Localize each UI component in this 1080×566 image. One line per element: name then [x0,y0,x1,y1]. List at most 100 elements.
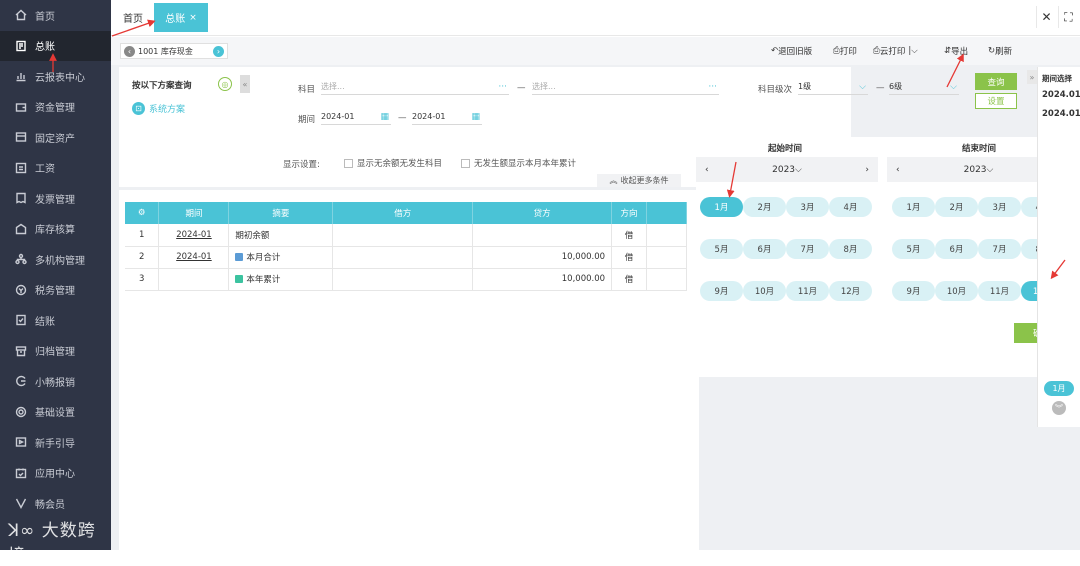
collapse-conditions-button[interactable]: ︽ 收起更多条件 [597,174,681,187]
start-month-1[interactable]: 1月 [700,197,743,217]
prev-account-icon[interactable]: ‹ [124,45,135,57]
sidebar-item-archive[interactable]: 归档管理 [0,336,111,367]
end-month-2[interactable]: 2月 [935,197,978,217]
subject-to-input[interactable]: 选择... ··· [532,79,719,95]
end-month-3[interactable]: 3月 [978,197,1021,217]
col-period: 期间 [158,202,230,224]
sidebar-item-invoice[interactable]: 发票管理 [0,183,111,214]
start-month-9[interactable]: 9月 [700,281,743,301]
tab-ledger[interactable]: 总账 × [154,3,208,32]
start-month-6[interactable]: 6月 [743,239,786,259]
level-from-select[interactable]: 1级 ⌵ [798,79,868,95]
undo-icon: ↶ [771,46,779,56]
sidebar-item-home[interactable]: 首页 [0,0,111,31]
sidebar-item-member[interactable]: 畅会员 [0,488,111,519]
table-settings-icon[interactable]: ⚙ [125,202,160,224]
prev-year-icon[interactable]: ‹ [705,165,709,175]
start-month-10[interactable]: 10月 [743,281,786,301]
level-to-select[interactable]: 6级 ⌵ [889,79,959,95]
scheme-target-icon[interactable]: ◎ [218,77,232,91]
account-selector[interactable]: ‹ 1001 库存现金 › [120,43,228,59]
extra-cell [646,246,687,269]
end-month-11[interactable]: 11月 [978,281,1021,301]
end-month-5[interactable]: 5月 [892,239,935,259]
sidebar-item-report[interactable]: 云报表中心 [0,61,111,92]
checkbox[interactable] [344,158,353,168]
opt-show-no-balance[interactable]: 显示无余额无发生科目 [344,157,442,169]
settings-button[interactable]: 设置 [975,93,1017,109]
sidebar-item-label: 库存核算 [35,225,75,237]
sidebar-item-ledger[interactable]: 总账 [0,30,111,61]
tab-bar: 首页 总账 × ✕ ⛶ [111,0,1080,36]
col-extra [646,202,687,224]
period-link[interactable]: 2024-01 [176,252,212,262]
start-month-5[interactable]: 5月 [700,239,743,259]
tab-home[interactable]: 首页 [123,3,143,32]
export-button[interactable]: ⇵ 导出 [944,45,968,57]
table-row[interactable]: 1 2024-01 期初余额 借 [125,224,687,247]
subject-from-input[interactable]: 选择... ··· [321,79,509,95]
sidebar-item-reimburse[interactable]: 小畅报销 [0,366,111,397]
next-account-icon[interactable]: › [213,45,224,57]
opt-show-cumulative[interactable]: 无发生额显示本月本年累计 [461,157,576,169]
end-month-1[interactable]: 1月 [892,197,935,217]
end-year-select[interactable]: 2023⌵ [964,165,994,175]
sidebar-item-assets[interactable]: 固定资产 [0,122,111,153]
start-month-12[interactable]: 12月 [829,281,872,301]
month-total-icon [235,253,244,261]
sidebar-item-inventory[interactable]: 库存核算 [0,214,111,245]
next-year-icon[interactable]: › [865,165,869,175]
start-month-8[interactable]: 8月 [829,239,872,259]
prev-year-icon[interactable]: ‹ [896,165,900,175]
sidebar-item-guide[interactable]: 新手引导 [0,427,111,458]
sidebar-item-tax[interactable]: 税务管理 [0,275,111,306]
fullscreen-button[interactable]: ⛶ [1058,6,1078,28]
checkbox[interactable] [461,158,470,168]
more-icon[interactable]: ··· [708,82,717,92]
refresh-button[interactable]: ↻ 刷新 [988,45,1012,57]
debit-cell [332,224,474,247]
row-number: 3 [125,268,160,291]
start-month-2[interactable]: 2月 [743,197,786,217]
period-from-input[interactable]: 2024-01 ▦ [321,109,391,125]
sidebar-item-label: 总账 [35,42,55,54]
start-month-7[interactable]: 7月 [786,239,829,259]
sidebar-item-salary[interactable]: 工资 [0,153,111,184]
sidebar-item-multi-org[interactable]: 多机构管理 [0,244,111,275]
close-window-button[interactable]: ✕ [1036,6,1056,28]
end-month-10[interactable]: 10月 [935,281,978,301]
end-month-9[interactable]: 9月 [892,281,935,301]
period-link[interactable]: 2024-01 [176,230,212,240]
end-month-6[interactable]: 6月 [935,239,978,259]
table-row[interactable]: 3 本年累计 10,000.00 借 [125,268,687,291]
logo-icon: ꓘ∞ [8,521,42,541]
sidebar-item-settings[interactable]: 基础设置 [0,397,111,428]
system-scheme-link[interactable]: ⊡ 系统方案 [132,102,185,115]
scroll-down-icon[interactable]: ︾ [1052,401,1066,415]
period-cell [158,268,230,291]
expand-side-icon[interactable]: » [1027,70,1037,84]
start-month-3[interactable]: 3月 [786,197,829,217]
close-tab-icon[interactable]: × [189,13,197,23]
query-button[interactable]: 查询 [975,73,1017,90]
period-select-title: 期间选择 [1042,74,1072,83]
start-month-11[interactable]: 11月 [786,281,829,301]
sidebar-item-label: 结账 [35,316,55,328]
sidebar-item-closing[interactable]: 结账 [0,305,111,336]
print-button[interactable]: ⎙ 打印 [833,45,857,57]
col-debit: 借方 [332,202,474,224]
sidebar-item-funds[interactable]: 资金管理 [0,92,111,123]
start-year-select[interactable]: 2023⌵ [772,165,802,175]
invoice-icon [14,191,28,205]
side-month-chip[interactable]: 1月 [1044,381,1074,396]
table-row[interactable]: 2 2024-01 本月合计 10,000.00 借 [125,246,687,269]
more-icon[interactable]: ··· [498,82,507,92]
period-to-input[interactable]: 2024-01 ▦ [412,109,482,125]
collapse-scheme-button[interactable]: « [240,75,250,93]
range-dash: — [398,113,407,123]
end-month-7[interactable]: 7月 [978,239,1021,259]
start-month-4[interactable]: 4月 [829,197,872,217]
return-old-button[interactable]: ↶ 退回旧版 [771,45,812,57]
cloud-print-button[interactable]: ⎙ 云打印 |⌵ [873,45,918,57]
sidebar-item-apps[interactable]: 应用中心 [0,458,111,489]
